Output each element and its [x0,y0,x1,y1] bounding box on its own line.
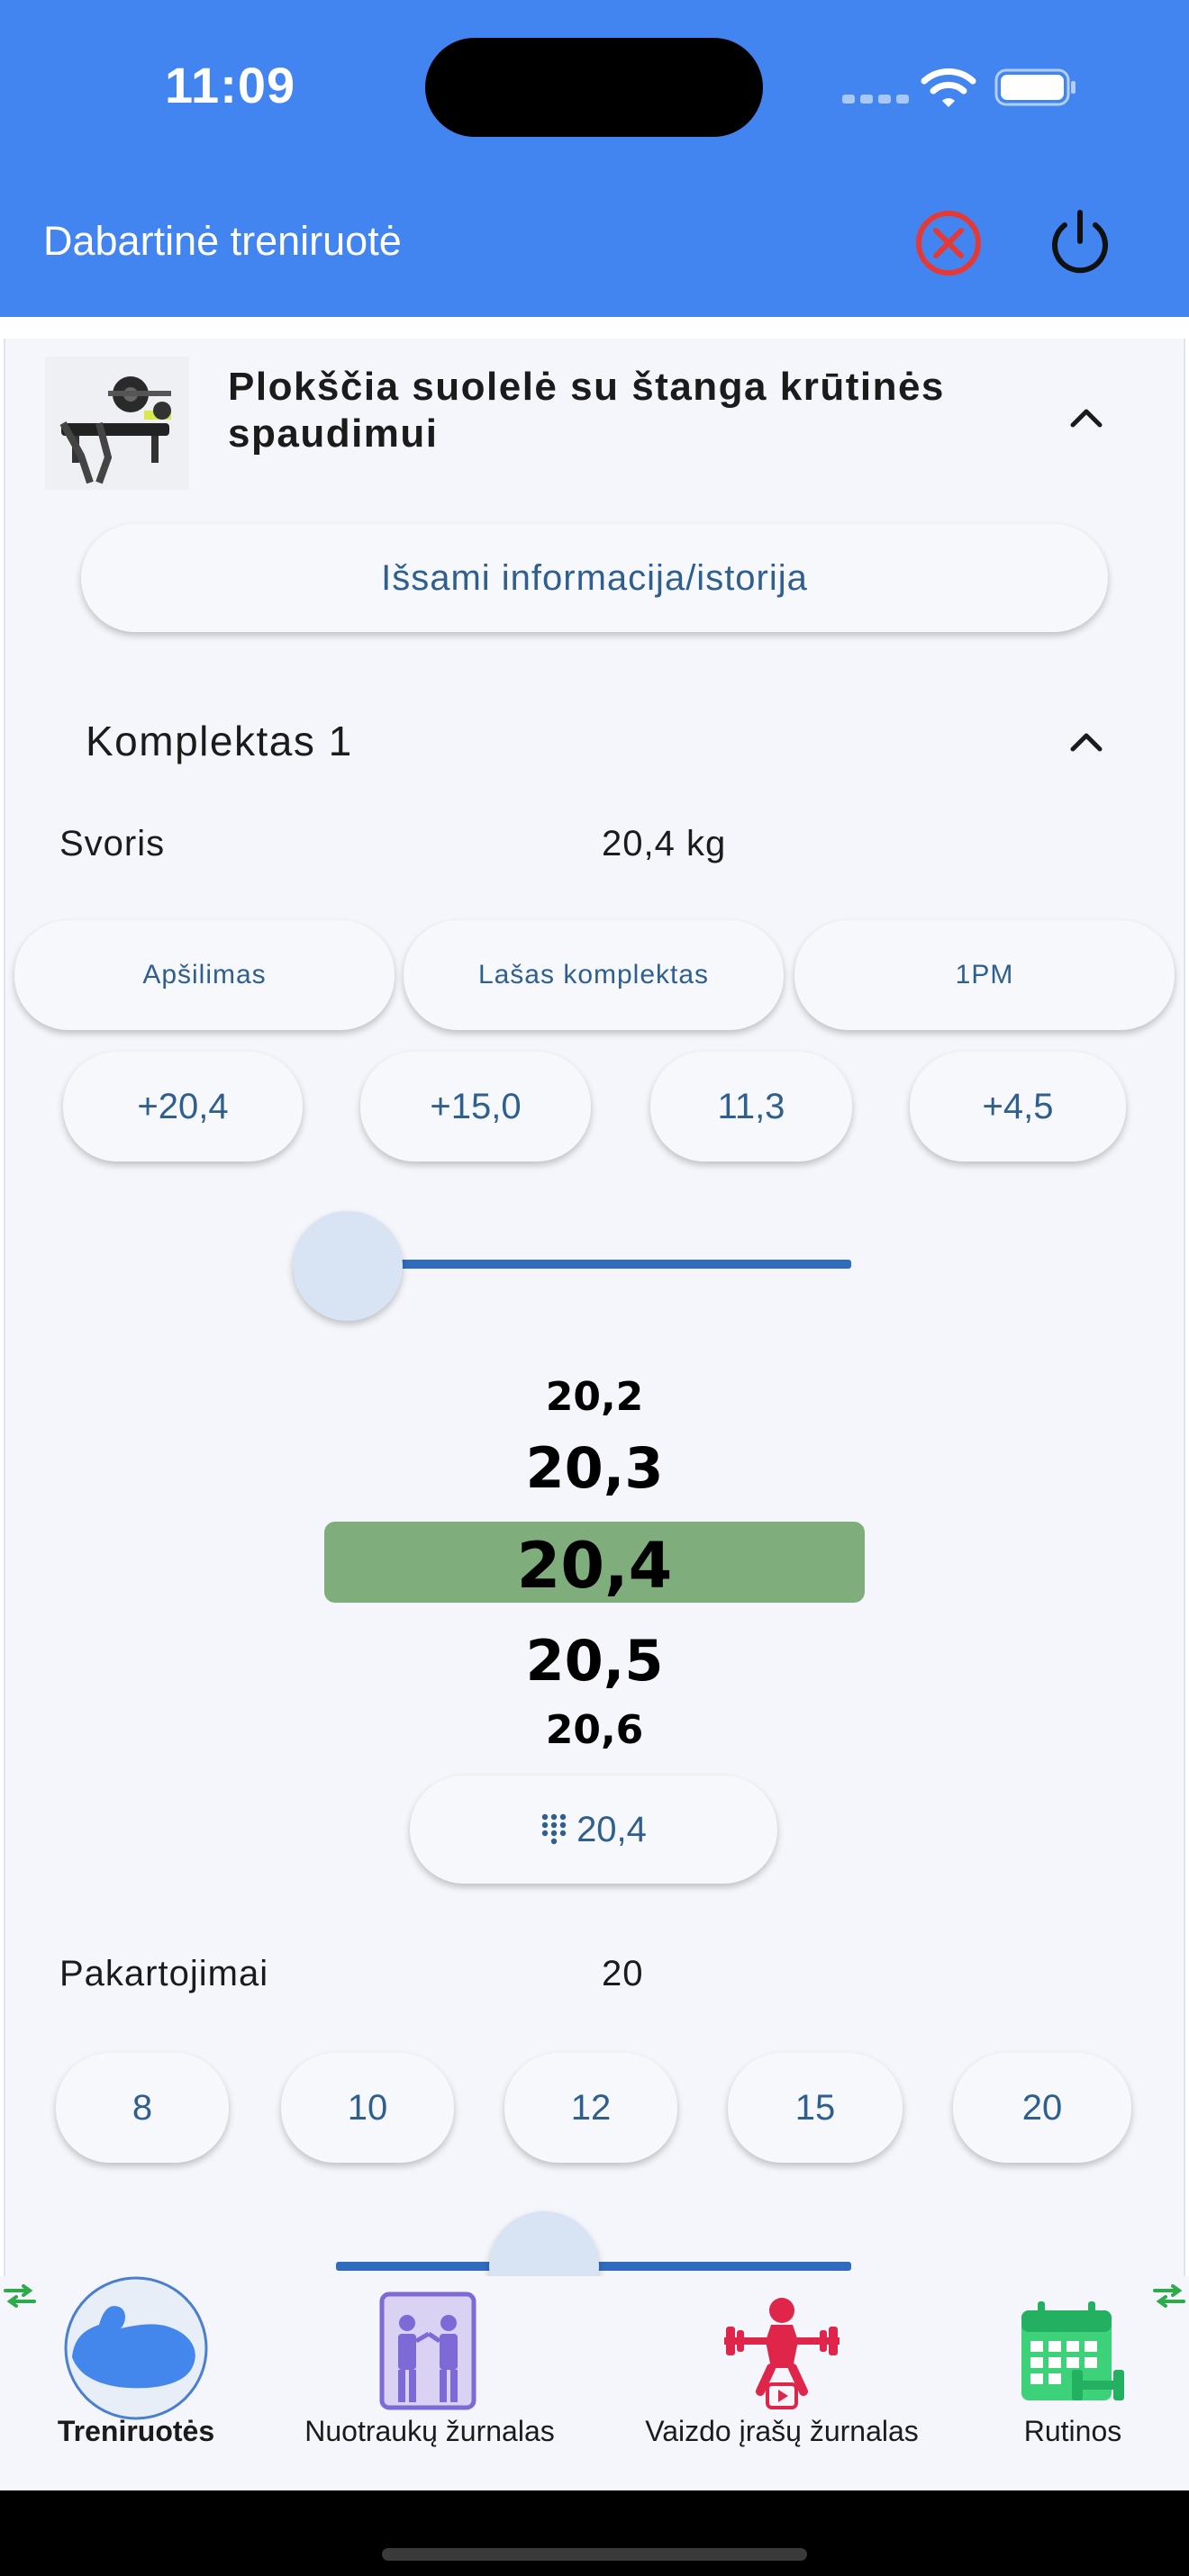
power-icon[interactable] [1045,207,1115,277]
app-header: 11:09 Dabartinė treniruotė [0,0,1189,317]
keypad-value: 20,4 [576,1809,647,1849]
picker-selected-option[interactable]: 20,4 [324,1529,865,1603]
keypad-entry-button[interactable]: 20,4 [410,1776,777,1884]
weightlifter-icon [724,2298,840,2409]
picker-option[interactable]: 20,3 [324,1435,865,1501]
battery-icon [994,68,1076,106]
swap-arrows-icon[interactable] [1151,2283,1187,2309]
reps-label: Pakartojimai [59,1954,269,1993]
weight-value: 20,4 kg [602,824,727,863]
calendar-dumbbell-icon [1021,2301,1124,2400]
picker-option[interactable]: 20,5 [324,1628,865,1694]
exercise-thumbnail [45,357,189,490]
weight-label: Svoris [59,824,166,863]
nav-label-video-journal: Vaizdo įrašų žurnalas [645,2415,919,2447]
exercise-title: Plokščia suolelė su štanga krūtinės spau… [228,365,945,456]
weight-slider-thumb[interactable] [293,1211,403,1321]
collapse-set-chevron-up-icon[interactable] [1068,729,1104,753]
rep-option-button[interactable]: 20 [953,2053,1131,2163]
dynamic-island [425,38,763,137]
rep-option-button[interactable]: 10 [281,2053,454,2163]
one-rep-max-button[interactable]: 1PM [794,920,1175,1030]
picker-option[interactable]: 20,6 [324,1707,865,1753]
increment-button[interactable]: +20,4 [63,1052,303,1161]
picker-option[interactable]: 20,2 [324,1374,865,1420]
status-time: 11:09 [165,57,296,113]
cellular-signal-icon [842,95,909,104]
nav-label-photo-journal: Nuotraukų žurnalas [304,2415,555,2447]
rep-option-button[interactable]: 15 [728,2053,903,2163]
bottom-navigation: Treniruotės Nuotraukų žurnalas Vaizdo įr [0,2276,1189,2490]
set-title: Komplektas 1 [86,718,353,764]
swap-arrows-icon[interactable] [2,2283,38,2309]
flexed-bicep-icon [64,2276,208,2420]
mirror-selfie-icon [379,2291,477,2410]
keypad-icon [541,1813,567,1845]
page-title: Dabartinė treniruotė [43,218,402,264]
details-history-button[interactable]: Išsami informacija/istorija [81,524,1108,632]
nav-label-workouts: Treniruotės [57,2415,215,2447]
rep-option-button[interactable]: 8 [56,2053,229,2163]
weight-slider-track[interactable] [347,1260,851,1269]
nav-label-routines: Rutinos [1023,2415,1122,2447]
increment-button[interactable]: 11,3 [650,1052,852,1161]
wifi-icon [921,68,976,107]
increment-button[interactable]: +4,5 [910,1052,1126,1161]
collapse-exercise-chevron-up-icon[interactable] [1068,405,1104,429]
rep-option-button[interactable]: 12 [504,2053,677,2163]
increment-button[interactable]: +15,0 [360,1052,591,1161]
drop-set-button[interactable]: Lašas komplektas [404,920,784,1030]
cancel-workout-icon[interactable] [912,207,985,279]
warmup-button[interactable]: Apšilimas [14,920,395,1030]
home-indicator[interactable] [382,2548,807,2561]
home-indicator-area [0,2490,1189,2576]
reps-value: 20 [602,1954,644,1993]
